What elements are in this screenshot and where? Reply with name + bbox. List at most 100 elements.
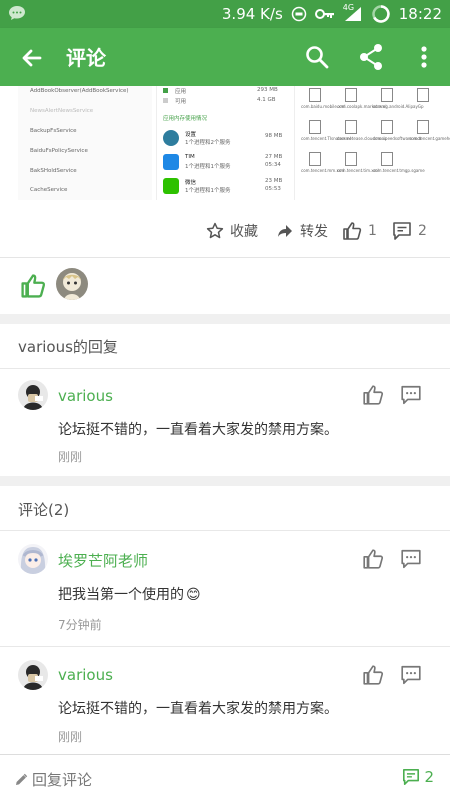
file-name: com.tencent.gamehelper.s bbox=[409, 136, 450, 141]
chat-notification-icon bbox=[8, 4, 26, 26]
comment-username[interactable]: various bbox=[58, 387, 113, 405]
file-icon bbox=[309, 88, 321, 102]
search-icon[interactable] bbox=[304, 44, 330, 70]
file-name: com.speedsoftware.root bbox=[373, 136, 422, 141]
wechat-app-icon bbox=[163, 178, 179, 194]
memory-value: 4.1 GB bbox=[257, 97, 276, 103]
comment-time: 刚刚 bbox=[58, 730, 83, 744]
favorite-button[interactable]: 收藏 bbox=[206, 221, 258, 241]
image-panel-files: com.baidu.mobile.xml com.coolapk.market.… bbox=[294, 86, 450, 200]
liker-avatar[interactable] bbox=[56, 268, 88, 300]
bottom-comment-count: 2 bbox=[424, 768, 434, 786]
net-speed: 3.94 K/s bbox=[221, 5, 283, 23]
file-icon bbox=[345, 152, 357, 166]
file-icon bbox=[381, 88, 393, 102]
comment-button[interactable]: 2 bbox=[392, 221, 427, 241]
file-icon bbox=[309, 120, 321, 134]
like-count: 1 bbox=[368, 223, 377, 239]
app-size: 98 MB bbox=[265, 133, 283, 139]
user-avatar[interactable] bbox=[18, 380, 48, 410]
signal-icon: 4G bbox=[342, 3, 363, 22]
section-gap bbox=[0, 314, 450, 324]
likers-row bbox=[0, 258, 450, 314]
file-icon bbox=[381, 120, 393, 134]
like-button[interactable]: 1 bbox=[342, 221, 377, 241]
file-name: com.tencent.tim.xml bbox=[337, 168, 379, 173]
service-item: AddBookObserver(AddBookService) bbox=[30, 88, 129, 94]
comment-text: 把我当第一个使用的 😊 bbox=[58, 584, 201, 604]
reply-section: various的回复 various 论坛挺不错的，一直看着大家发的禁用方案。 … bbox=[0, 324, 450, 476]
app-detail: 1个进程和1个服务 bbox=[185, 164, 231, 170]
forward-button[interactable]: 转发 bbox=[276, 221, 328, 241]
comment-username[interactable]: 埃罗芒阿老师 bbox=[58, 550, 148, 571]
section-gap bbox=[0, 476, 450, 486]
post-image[interactable]: AddBookObserver(AddBookService) NewsAler… bbox=[0, 86, 450, 204]
reply-icon[interactable] bbox=[400, 664, 422, 686]
user-avatar[interactable] bbox=[18, 544, 48, 574]
memory-section-title: 应用内存使用情况 bbox=[163, 116, 208, 122]
reply-section-header: various的回复 bbox=[18, 338, 118, 356]
service-item: NewsAlertNewsService bbox=[30, 108, 94, 114]
file-name: com.eg.android.AlipayGp bbox=[373, 104, 424, 109]
file-icon bbox=[345, 120, 357, 134]
memory-label: 应用 bbox=[175, 89, 187, 95]
file-icon bbox=[309, 152, 321, 166]
reply-label: 回复评论 bbox=[32, 771, 93, 789]
thumbs-up-icon[interactable] bbox=[362, 664, 384, 686]
comment-time: 刚刚 bbox=[58, 450, 83, 464]
forward-label: 转发 bbox=[300, 224, 328, 240]
vpn-key-icon bbox=[314, 8, 335, 20]
comment-icon bbox=[393, 222, 411, 240]
app-time: 05:53 bbox=[265, 186, 281, 192]
file-name: com.coolapk.market.xml bbox=[337, 104, 387, 109]
app-time: 05:34 bbox=[265, 162, 281, 168]
app-detail: 1个进程和1个服务 bbox=[185, 188, 231, 194]
file-name: com.tencent.tmgp.sgame bbox=[373, 168, 425, 173]
thumbs-up-icon[interactable] bbox=[362, 384, 384, 406]
reply-input-button[interactable]: 回复评论 bbox=[14, 769, 92, 790]
file-name: com.baidu.mobile.xml bbox=[301, 104, 346, 109]
data-saver-icon bbox=[291, 6, 307, 22]
post-actions: 收藏 转发 1 2 bbox=[0, 204, 450, 258]
star-icon bbox=[206, 222, 224, 239]
comment-username[interactable]: various bbox=[58, 666, 113, 684]
favorite-label: 收藏 bbox=[230, 224, 258, 240]
memory-value: 293 MB bbox=[257, 87, 278, 93]
app-bar: 评论 bbox=[0, 28, 450, 86]
thumbs-up-icon bbox=[343, 222, 362, 240]
file-icon bbox=[381, 152, 393, 166]
comments-count-button[interactable]: 2 bbox=[402, 768, 434, 786]
app-name: 微信 bbox=[185, 180, 197, 186]
bottom-bar: 回复评论 2 bbox=[0, 754, 450, 800]
comments-header: 评论(2) bbox=[18, 501, 70, 519]
reply-icon[interactable] bbox=[400, 384, 422, 406]
comment-count: 2 bbox=[418, 223, 427, 239]
status-bar: 3.94 K/s 4G 18:22 bbox=[0, 0, 450, 28]
thumbs-up-icon bbox=[20, 273, 46, 299]
reply-icon[interactable] bbox=[400, 548, 422, 570]
forward-icon bbox=[278, 225, 292, 237]
thumbs-up-icon[interactable] bbox=[362, 548, 384, 570]
back-arrow-icon[interactable] bbox=[18, 44, 46, 72]
app-name: 设置 bbox=[185, 132, 197, 138]
file-icon bbox=[417, 88, 429, 102]
legend-swatch bbox=[163, 88, 168, 93]
pencil-icon bbox=[16, 773, 28, 785]
file-icon bbox=[345, 88, 357, 102]
signal-label: 4G bbox=[342, 3, 355, 12]
tim-app-icon bbox=[163, 154, 179, 170]
divider bbox=[0, 368, 450, 369]
user-avatar[interactable] bbox=[18, 660, 48, 690]
service-item: BaiduFsPolicyService bbox=[30, 148, 88, 154]
file-name: com.tencent.TIsnote.xml bbox=[301, 136, 351, 141]
app-size: 27 MB bbox=[265, 154, 283, 160]
file-name: com.tencent.mm.xml bbox=[301, 168, 344, 173]
legend-swatch bbox=[163, 98, 168, 103]
more-options-icon[interactable] bbox=[412, 43, 436, 71]
divider bbox=[0, 530, 450, 531]
page-title: 评论 bbox=[66, 46, 106, 70]
app-detail: 1个进程和2个服务 bbox=[185, 140, 231, 146]
app-size: 23 MB bbox=[265, 178, 283, 184]
service-item: BackupFsService bbox=[30, 128, 77, 134]
share-icon[interactable] bbox=[358, 43, 384, 71]
